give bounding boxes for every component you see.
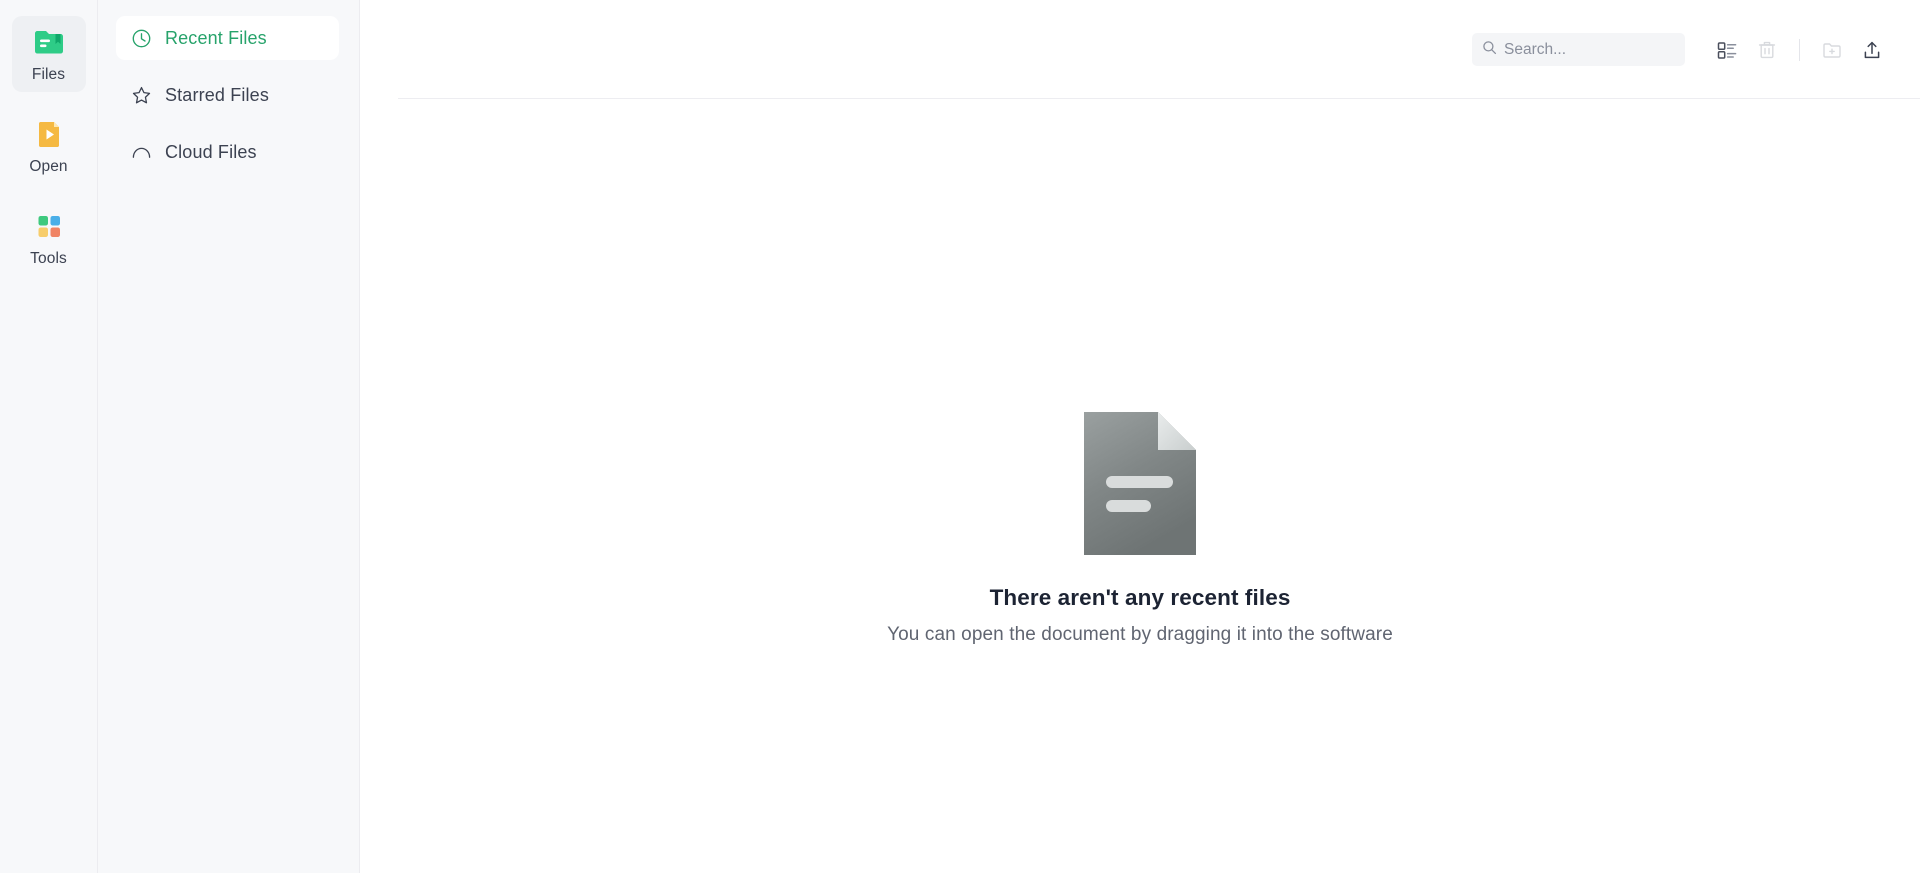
sidebar-item-recent-files[interactable]: Recent Files: [116, 16, 339, 60]
empty-state-title: There aren't any recent files: [989, 585, 1291, 610]
app-window: Files Open Tools Recent Files Starred Fi…: [0, 0, 1920, 873]
rail-item-open[interactable]: Open: [12, 108, 86, 184]
sidebar-nav: Recent Files Starred Files Cloud Files: [98, 0, 360, 873]
search-box[interactable]: [1472, 33, 1685, 66]
files-icon: [32, 25, 66, 59]
tools-icon: [32, 209, 66, 243]
new-folder-icon: [1823, 42, 1841, 58]
new-folder-button[interactable]: [1812, 30, 1852, 70]
sidebar-item-label: Starred Files: [165, 84, 269, 105]
delete-button[interactable]: [1747, 30, 1787, 70]
toolbar-divider: [1799, 38, 1800, 61]
list-view-button[interactable]: [1707, 30, 1747, 70]
upload-button[interactable]: [1852, 30, 1892, 70]
trash-icon: [1758, 41, 1776, 58]
sidebar-item-label: Recent Files: [165, 27, 267, 48]
main-panel: There aren't any recent files You can op…: [360, 0, 1920, 873]
cloud-icon: [131, 142, 152, 163]
clock-icon: [131, 28, 152, 49]
sidebar-item-label: Cloud Files: [165, 141, 257, 162]
rail-item-files[interactable]: Files: [11, 16, 86, 92]
rail-item-label: Open: [29, 157, 68, 175]
empty-state: There aren't any recent files You can op…: [360, 412, 1920, 646]
upload-icon: [1864, 41, 1880, 58]
sidebar-item-cloud-files[interactable]: Cloud Files: [116, 130, 339, 174]
rail-item-tools[interactable]: Tools: [12, 200, 86, 276]
empty-state-subtitle: You can open the document by dragging it…: [887, 624, 1393, 645]
file-list-area: There aren't any recent files You can op…: [360, 99, 1920, 873]
rail-item-label: Files: [31, 65, 66, 83]
rail-item-label: Tools: [30, 249, 67, 267]
list-view-icon: [1717, 41, 1737, 59]
document-icon: [1084, 412, 1196, 555]
open-icon: [32, 117, 66, 151]
search-icon: [1482, 40, 1497, 60]
left-icon-rail: Files Open Tools: [0, 0, 98, 873]
search-input[interactable]: [1504, 40, 1675, 59]
toolbar: [360, 0, 1920, 99]
sidebar-item-starred-files[interactable]: Starred Files: [116, 73, 339, 117]
star-icon: [131, 85, 152, 106]
